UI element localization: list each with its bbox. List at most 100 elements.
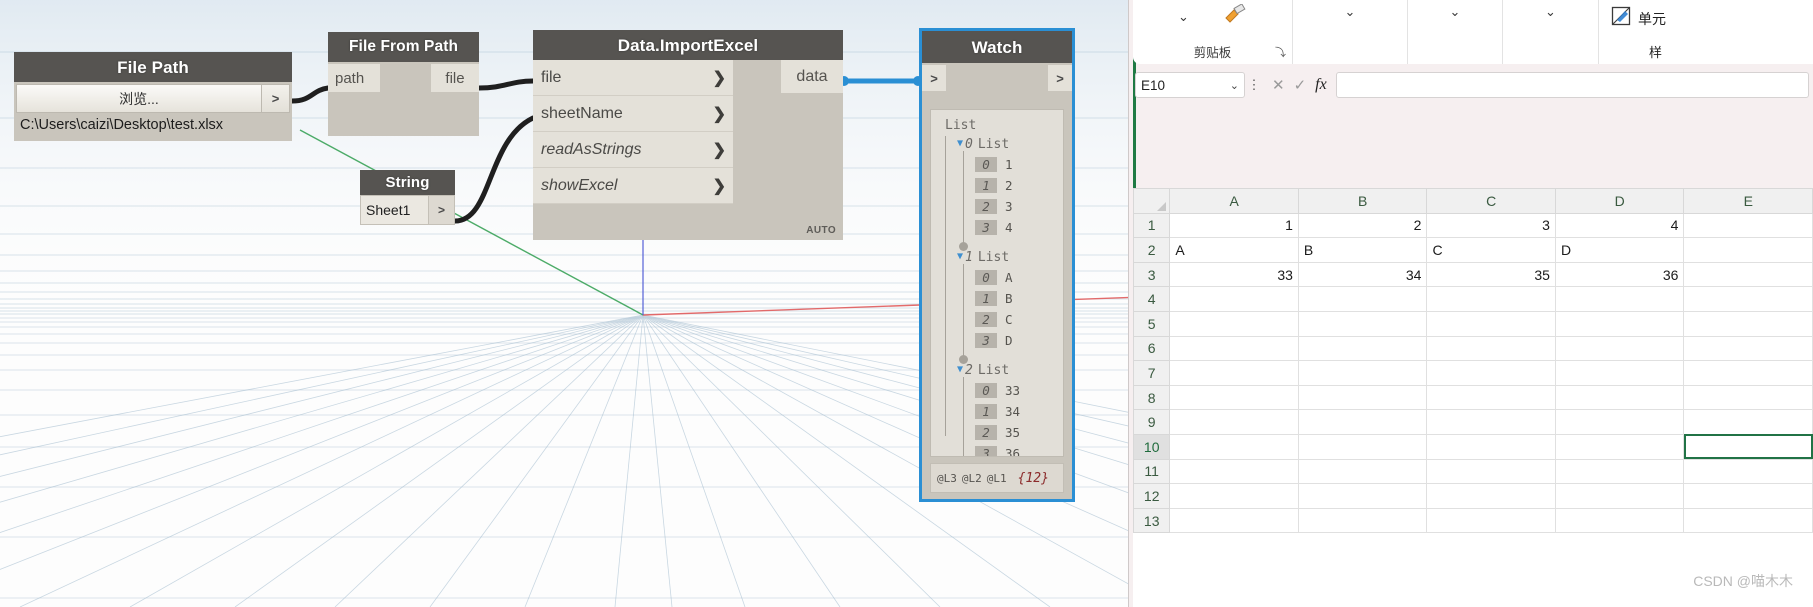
column-header-e[interactable]: E	[1683, 188, 1813, 214]
watch-level-l2[interactable]: @L2	[962, 472, 982, 485]
port-path-input[interactable]: path	[328, 64, 380, 92]
cell-B7[interactable]	[1297, 360, 1428, 386]
chevron-down-icon[interactable]: ⌄	[1230, 79, 1239, 92]
cell-B2[interactable]: B	[1297, 237, 1428, 263]
row-header-8[interactable]: 8	[1132, 384, 1171, 411]
chevron-down-icon[interactable]: ⌄	[1178, 9, 1189, 25]
row-header-11[interactable]: 11	[1132, 458, 1171, 485]
cell-E11[interactable]	[1683, 458, 1813, 485]
triangle-down-icon[interactable]: ▼	[957, 252, 963, 262]
cell-D8[interactable]	[1554, 384, 1685, 411]
port-data-output[interactable]: data	[781, 60, 843, 93]
node-file-path[interactable]: File Path 浏览... > C:\Users\caizi\Desktop…	[14, 52, 292, 141]
cell-D7[interactable]	[1554, 360, 1685, 386]
formula-input[interactable]	[1335, 72, 1809, 98]
cell-E5[interactable]	[1683, 310, 1813, 337]
browse-button[interactable]: 浏览...	[17, 85, 261, 112]
cell-B4[interactable]	[1297, 286, 1428, 312]
cell-A10[interactable]	[1169, 433, 1299, 460]
cell-C4[interactable]	[1426, 286, 1556, 312]
cell-D11[interactable]	[1554, 458, 1685, 485]
cell-E12[interactable]	[1683, 483, 1813, 509]
cell-B10[interactable]	[1297, 433, 1428, 460]
ribbon-group-4[interactable]: ⌄	[1503, 0, 1598, 64]
cell-C10[interactable]	[1426, 433, 1556, 460]
cell-E7[interactable]	[1683, 360, 1813, 386]
cell-E8[interactable]	[1683, 384, 1813, 411]
cell-A8[interactable]	[1169, 384, 1299, 411]
cell-A13[interactable]	[1169, 507, 1299, 534]
node-string[interactable]: String Sheet1 >	[360, 170, 455, 225]
cell-C2[interactable]: C	[1426, 237, 1556, 263]
port-showexcel[interactable]: showExcel ❯	[533, 168, 733, 204]
cell-A1[interactable]: 1	[1169, 212, 1299, 239]
column-header-c[interactable]: C	[1426, 188, 1556, 214]
port-file-output[interactable]: file	[431, 64, 479, 92]
file-path-output-port[interactable]: >	[261, 85, 289, 112]
triangle-down-icon[interactable]: ▼	[957, 139, 963, 149]
triangle-down-icon[interactable]: ▼	[957, 365, 963, 375]
tree-group-header[interactable]: ▼ 1 List	[931, 247, 1063, 267]
cell-A4[interactable]	[1169, 286, 1299, 312]
cell-C13[interactable]	[1426, 507, 1556, 534]
row-header-2[interactable]: 2	[1132, 237, 1171, 263]
ribbon-group-styles[interactable]: 单元 样	[1598, 0, 1798, 64]
cell-E9[interactable]	[1683, 409, 1813, 435]
row-header-12[interactable]: 12	[1132, 483, 1171, 509]
row-header-9[interactable]: 9	[1132, 409, 1171, 435]
cell-C9[interactable]	[1426, 409, 1556, 435]
cell-E3[interactable]	[1683, 261, 1813, 288]
cell-E2[interactable]	[1683, 237, 1813, 263]
port-readasstrings[interactable]: readAsStrings ❯	[533, 132, 733, 168]
cell-C11[interactable]	[1426, 458, 1556, 485]
cell-C8[interactable]	[1426, 384, 1556, 411]
watch-output-port[interactable]: >	[1048, 65, 1072, 91]
column-header-b[interactable]: B	[1297, 188, 1428, 214]
cell-B12[interactable]	[1297, 483, 1428, 509]
cell-A6[interactable]	[1169, 335, 1299, 362]
excel-ribbon[interactable]: ⌄ 剪贴板 ⤵ ⌄ ⌄ ⌄ 单元 样	[1133, 0, 1813, 64]
spreadsheet-grid[interactable]: A B C D E 1 1 2 3 4 2 A B C D 3 33 34 35 36 4 5 6 7 8 9 10 11 1…	[1132, 188, 1813, 534]
cell-D2[interactable]: D	[1554, 237, 1685, 263]
name-box[interactable]: E10 ⌄	[1135, 72, 1245, 98]
chevron-down-icon[interactable]: ⌄	[1545, 4, 1556, 20]
node-watch[interactable]: Watch > > List ▼ 0 List 0 1 1 2 2 3 3 4 …	[919, 28, 1075, 502]
ribbon-group-clipboard[interactable]: ⌄ 剪贴板 ⤵	[1133, 0, 1293, 64]
file-path-browse-row[interactable]: 浏览... >	[16, 84, 290, 113]
row-header-13[interactable]: 13	[1132, 507, 1171, 534]
cell-D5[interactable]	[1554, 310, 1685, 337]
selected-cell[interactable]	[1683, 433, 1813, 460]
dynamo-canvas[interactable]: File Path 浏览... > C:\Users\caizi\Desktop…	[0, 0, 1280, 607]
cell-E1[interactable]	[1683, 212, 1813, 239]
cell-B11[interactable]	[1297, 458, 1428, 485]
cell-B6[interactable]	[1297, 335, 1428, 362]
row-header-3[interactable]: 3	[1132, 261, 1171, 288]
cell-C6[interactable]	[1426, 335, 1556, 362]
cell-D4[interactable]	[1554, 286, 1685, 312]
node-data-import-excel[interactable]: Data.ImportExcel file ❯ sheetName ❯ read…	[533, 30, 843, 240]
column-header-a[interactable]: A	[1169, 188, 1299, 214]
cell-styles-icon[interactable]	[1611, 6, 1631, 31]
insert-function-icon[interactable]: fx	[1315, 76, 1327, 94]
cell-A5[interactable]	[1169, 310, 1299, 337]
watch-input-port[interactable]: >	[922, 65, 946, 91]
column-header-d[interactable]: D	[1554, 188, 1685, 214]
cell-B1[interactable]: 2	[1297, 212, 1428, 239]
cell-E4[interactable]	[1683, 286, 1813, 312]
port-file[interactable]: file ❯	[533, 60, 733, 96]
port-sheetname[interactable]: sheetName ❯	[533, 96, 733, 132]
cell-C12[interactable]	[1426, 483, 1556, 509]
watch-level-l1[interactable]: @L1	[987, 472, 1007, 485]
cell-D12[interactable]	[1554, 483, 1685, 509]
ribbon-group-2[interactable]: ⌄	[1293, 0, 1408, 64]
row-header-1[interactable]: 1	[1132, 212, 1171, 239]
cell-D1[interactable]: 4	[1554, 212, 1685, 239]
format-painter-icon[interactable]	[1223, 3, 1247, 29]
cell-D13[interactable]	[1554, 507, 1685, 534]
cell-A12[interactable]	[1169, 483, 1299, 509]
cell-A11[interactable]	[1169, 458, 1299, 485]
confirm-icon[interactable]: ✓	[1294, 76, 1307, 94]
cell-B9[interactable]	[1297, 409, 1428, 435]
cell-B3[interactable]: 34	[1297, 261, 1428, 288]
cell-D10[interactable]	[1554, 433, 1685, 460]
